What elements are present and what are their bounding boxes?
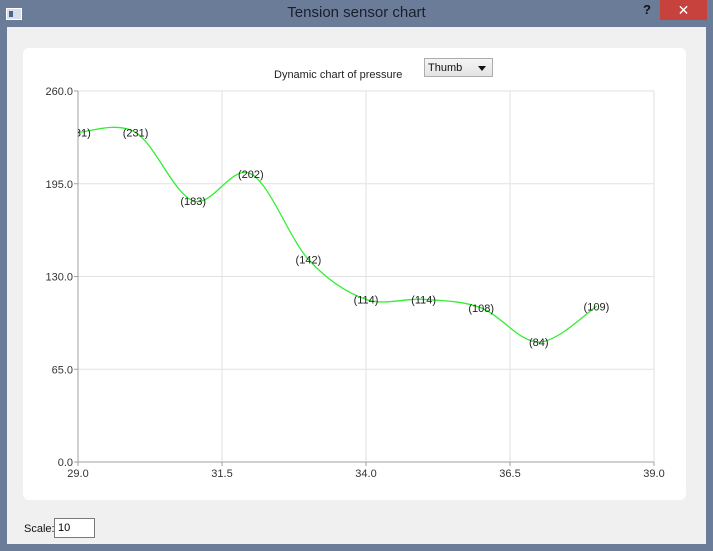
- data-label: (108): [468, 303, 494, 315]
- data-label: (183): [180, 196, 206, 208]
- scale-label: Scale:: [24, 523, 55, 535]
- client-area: 29.0 31.5 34.0 36.5 39.0 0.0 65.0 130.0 195.0 260…: [7, 27, 706, 544]
- data-label: (109): [584, 301, 610, 313]
- y-tick-label: 0.0: [58, 457, 73, 469]
- data-label: (114): [411, 294, 436, 306]
- x-tick-label: 29.0: [67, 468, 88, 480]
- x-tick-label: 34.0: [355, 468, 376, 480]
- y-tick-label: 65.0: [52, 364, 73, 376]
- data-label: (84): [529, 337, 549, 349]
- x-tick-label: 39.0: [643, 468, 664, 480]
- app-window: Tension sensor chart ? ✕ 29.0 31.5 34.0 36.…: [0, 0, 713, 551]
- pressure-chart: 29.0 31.5 34.0 36.5 39.0 0.0 65.0 130.0 195.0 260…: [45, 86, 664, 480]
- close-button[interactable]: ✕: [660, 0, 707, 20]
- y-tick-label: 130.0: [45, 272, 73, 284]
- title-bar: Tension sensor chart ? ✕: [0, 0, 713, 27]
- x-tick-label: 36.5: [499, 468, 520, 480]
- finger-select[interactable]: Thumb: [424, 58, 493, 77]
- data-label: (202): [238, 169, 264, 181]
- help-button[interactable]: ?: [638, 1, 656, 21]
- scale-input[interactable]: [54, 518, 95, 538]
- series-line: [78, 126, 597, 343]
- finger-select-value: Thumb: [428, 62, 463, 74]
- data-label: (114): [354, 294, 379, 306]
- chevron-down-icon: [478, 66, 486, 71]
- data-label: (231): [65, 127, 91, 139]
- x-tick-label: 31.5: [211, 468, 232, 480]
- window-title: Tension sensor chart: [287, 4, 426, 21]
- chart-title: Dynamic chart of pressure: [274, 69, 403, 81]
- y-tick-label: 195.0: [45, 179, 73, 191]
- data-label: (142): [296, 254, 322, 266]
- data-label: (231): [123, 127, 149, 139]
- y-tick-label: 260.0: [45, 86, 73, 98]
